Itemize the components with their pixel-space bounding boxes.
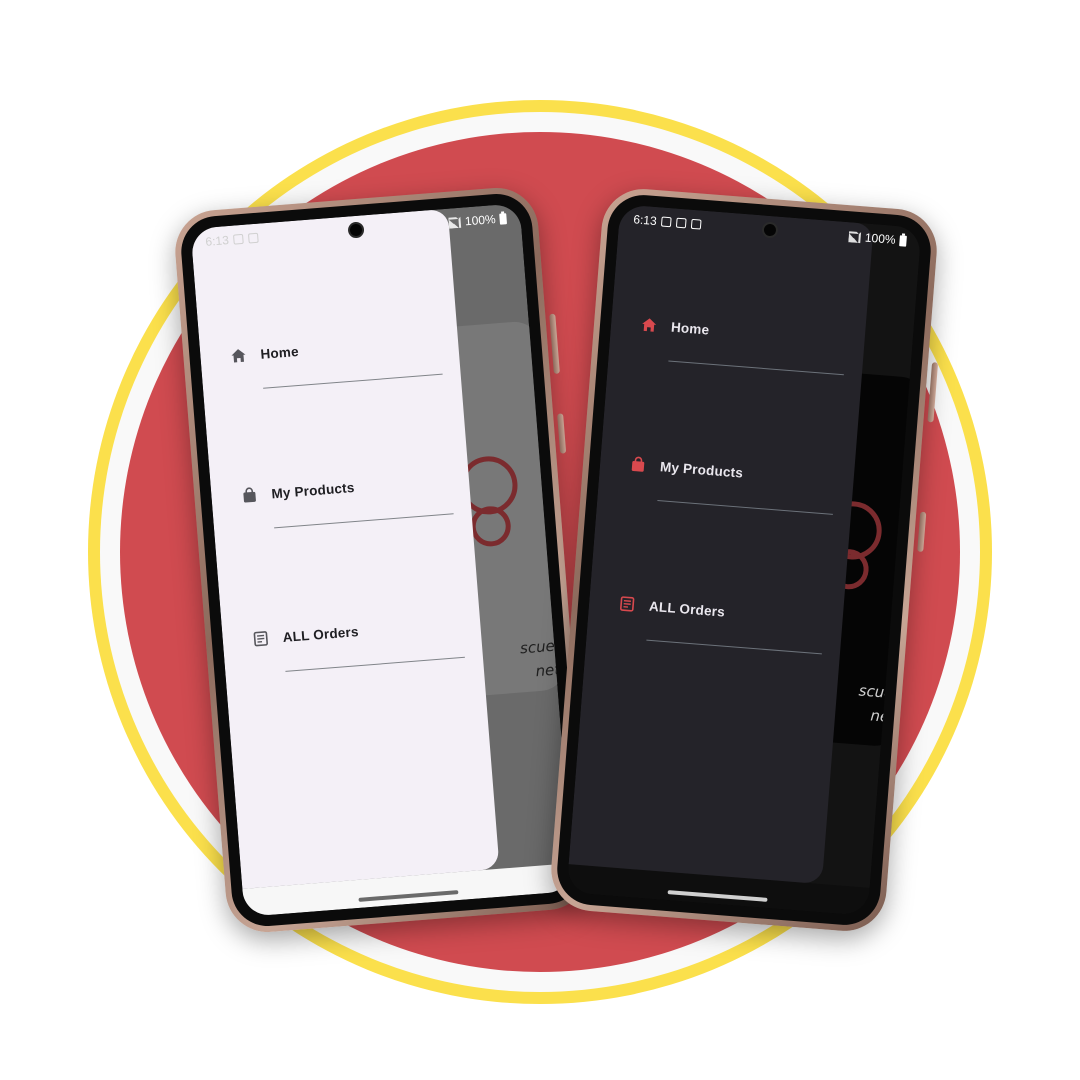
drawer-item-all-orders[interactable]: ALL Orders bbox=[251, 601, 466, 687]
navigation-drawer: Home My Products ALL Orders bbox=[190, 208, 500, 889]
notification-icon bbox=[691, 218, 702, 230]
divider bbox=[657, 500, 833, 515]
phone-light-theme: h scued net! 6:13 100% Home My Products … bbox=[172, 184, 592, 936]
battery-icon bbox=[899, 234, 907, 247]
divider bbox=[668, 360, 844, 376]
divider bbox=[263, 373, 443, 389]
divider bbox=[274, 513, 454, 529]
battery-percent: 100% bbox=[464, 212, 497, 229]
shopping-bag-icon bbox=[631, 456, 645, 472]
signal-icon bbox=[848, 230, 862, 243]
drawer-item-label: Home bbox=[259, 343, 300, 362]
notification-icon bbox=[676, 217, 687, 229]
receipt-icon bbox=[253, 631, 268, 647]
status-time: 6:13 bbox=[632, 212, 658, 229]
notification-icon bbox=[661, 216, 673, 228]
phone-bezel: h scued net! 6:13 100% Home My Products … bbox=[554, 192, 934, 928]
battery-percent: 100% bbox=[864, 230, 897, 247]
divider bbox=[285, 656, 465, 672]
drawer-item-label: My Products bbox=[659, 458, 744, 481]
phone-bezel: h scued net! 6:13 100% Home My Products … bbox=[178, 191, 586, 929]
battery-icon bbox=[499, 212, 507, 225]
drawer-item-label: ALL Orders bbox=[648, 598, 726, 620]
home-icon bbox=[642, 318, 657, 332]
notification-icon bbox=[233, 233, 245, 245]
phone-screen: h scued net! 6:13 100% Home My Products … bbox=[566, 204, 922, 916]
drawer-item-home[interactable]: Home bbox=[229, 318, 444, 404]
navigation-drawer: Home My Products ALL Orders bbox=[568, 204, 874, 885]
drawer-item-label: My Products bbox=[270, 479, 355, 501]
drawer-item-my-products[interactable]: My Products bbox=[626, 442, 837, 528]
phone-screen: h scued net! 6:13 100% Home My Products … bbox=[190, 203, 574, 917]
home-icon bbox=[231, 349, 246, 363]
drawer-item-my-products[interactable]: My Products bbox=[240, 457, 455, 543]
notification-icon bbox=[248, 232, 260, 244]
signal-icon bbox=[448, 216, 462, 229]
drawer-item-label: ALL Orders bbox=[282, 623, 360, 645]
phone-dark-theme: h scued net! 6:13 100% Home My Products … bbox=[548, 185, 940, 935]
drawer-item-all-orders[interactable]: ALL Orders bbox=[615, 581, 826, 667]
receipt-icon bbox=[620, 596, 635, 612]
drawer-item-label: Home bbox=[670, 319, 710, 338]
shopping-bag-icon bbox=[243, 487, 256, 503]
drawer-item-home[interactable]: Home bbox=[637, 302, 848, 388]
status-time: 6:13 bbox=[204, 233, 230, 249]
divider bbox=[646, 639, 822, 655]
